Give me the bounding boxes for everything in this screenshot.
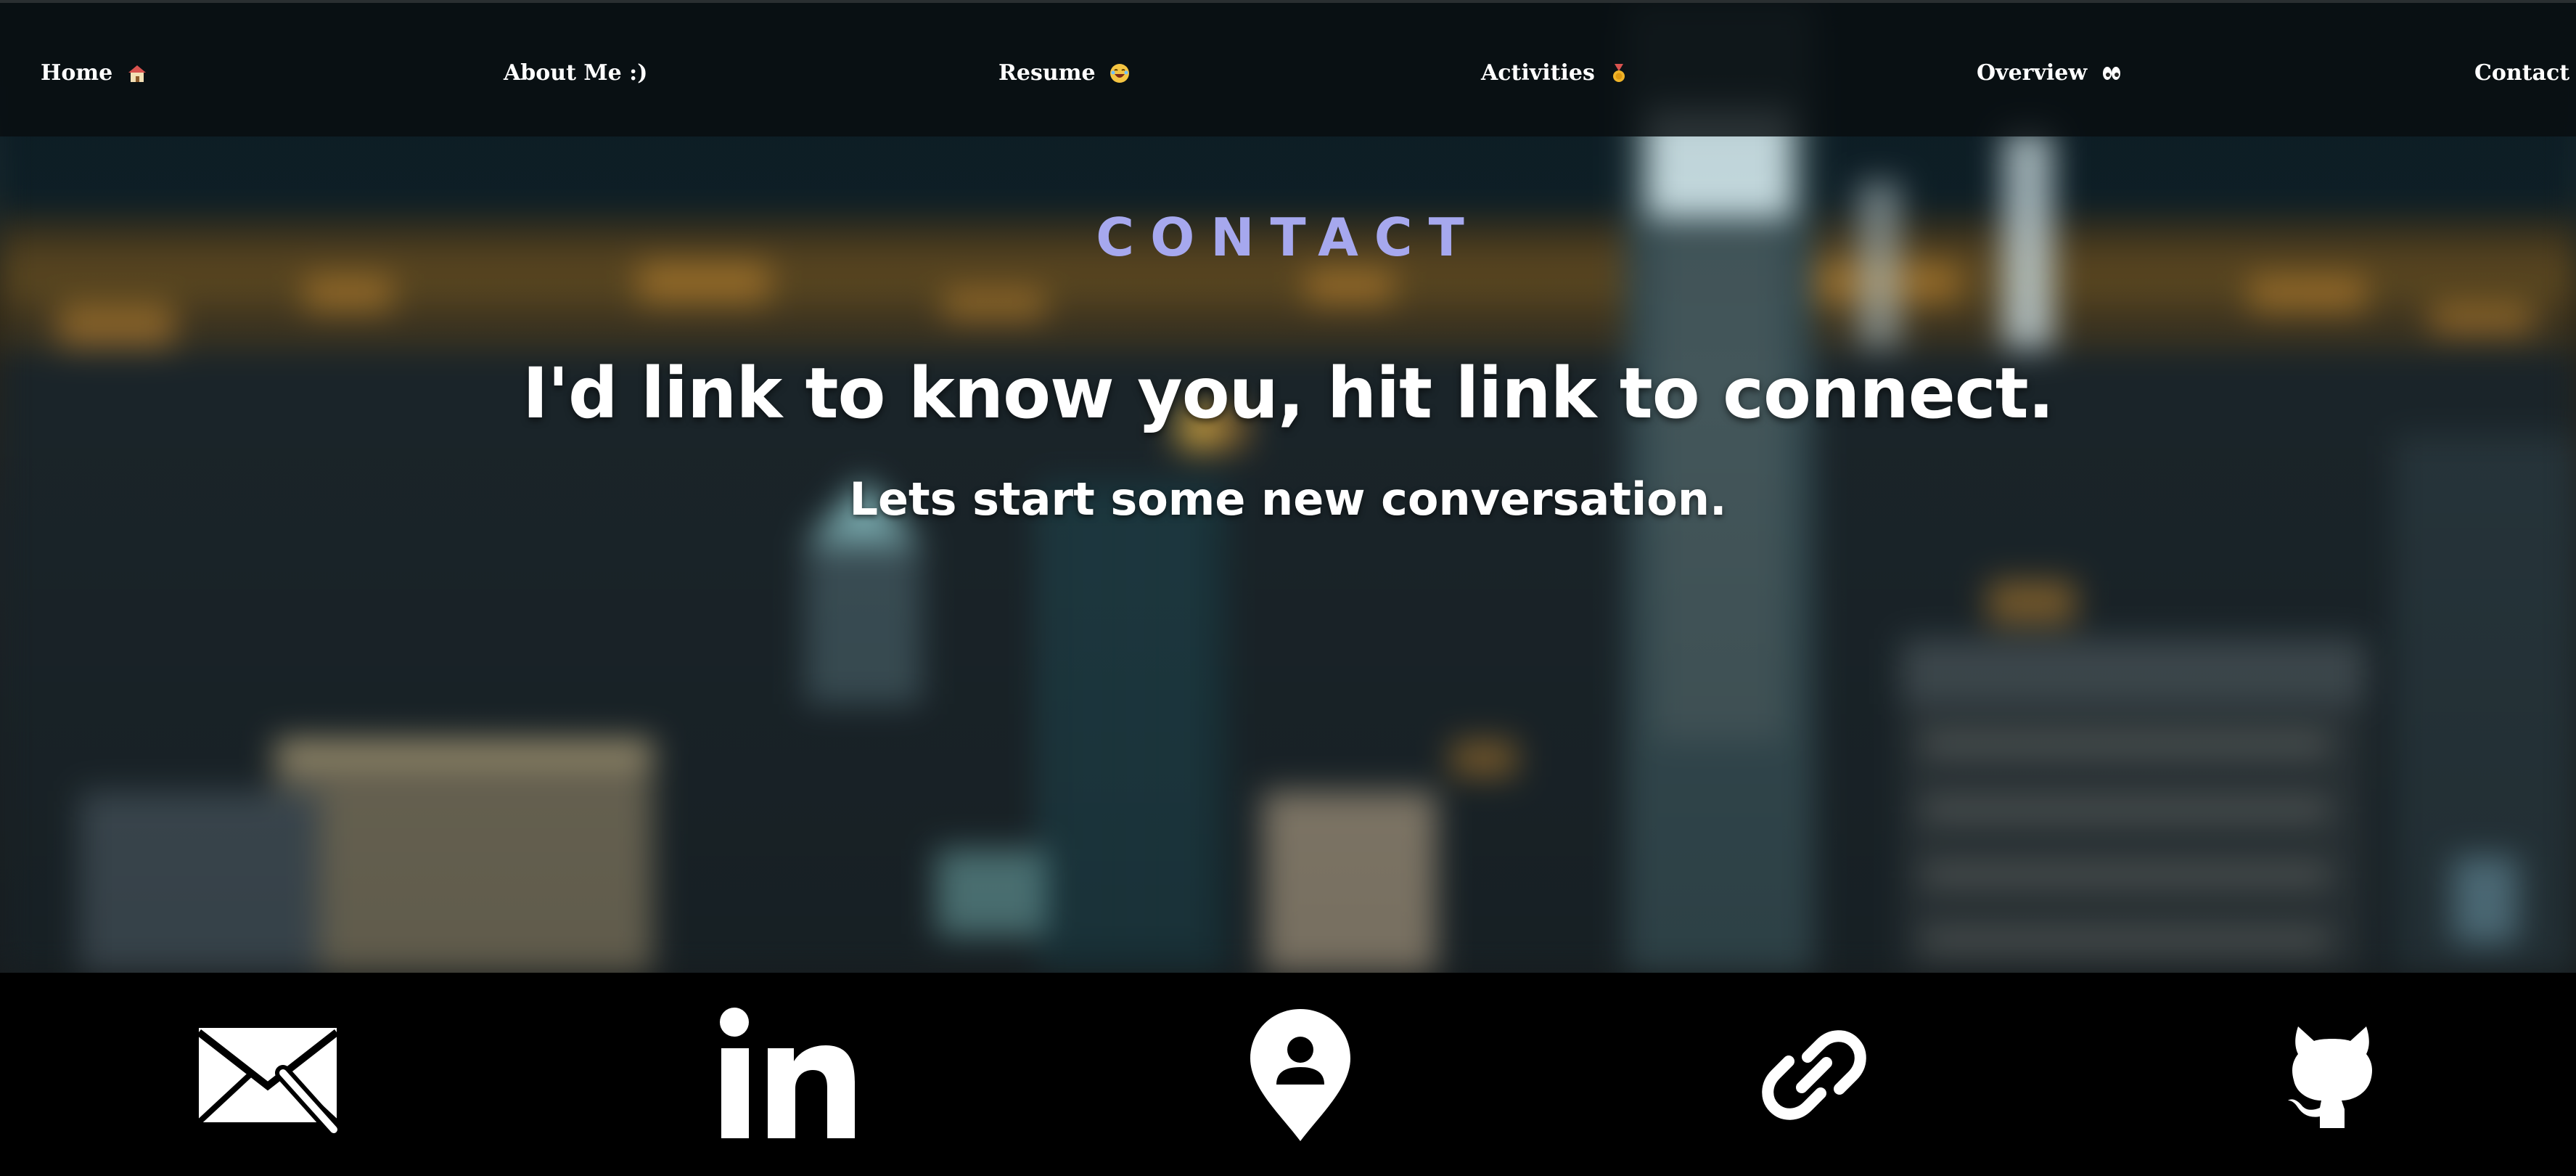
email-link[interactable] xyxy=(186,999,346,1151)
linkedin-link[interactable] xyxy=(705,999,865,1151)
nav-home-label: Home xyxy=(41,60,113,86)
eyes-emoji-icon xyxy=(2102,67,2120,80)
contact-section-title: CONTACT xyxy=(1096,207,1480,268)
link-icon xyxy=(1762,1030,1866,1120)
nav-contact-link[interactable]: Contact xyxy=(2474,57,2576,89)
medal-emoji-icon xyxy=(1613,64,1625,82)
nav-home-link[interactable]: Home xyxy=(41,57,148,89)
nav-resume-link[interactable]: Resume xyxy=(998,57,1131,89)
contact-headline: I'd link to know you, hit link to connec… xyxy=(522,353,2054,434)
github-icon xyxy=(2288,1026,2372,1128)
profile-location-icon xyxy=(1250,1009,1350,1141)
nav-resume-label: Resume xyxy=(998,60,1096,86)
contact-subheadline: Lets start some new conversation. xyxy=(849,473,1727,526)
laughing-emoji-icon xyxy=(1110,64,1130,83)
nav-activities-label: Activities xyxy=(1481,60,1595,86)
website-link[interactable] xyxy=(1734,999,1894,1151)
nav-overview-link[interactable]: Overview xyxy=(1977,57,2122,89)
profile-location-link[interactable] xyxy=(1221,999,1380,1151)
nav-activities-link[interactable]: Activities xyxy=(1481,57,1630,89)
social-icon-bar xyxy=(0,973,2576,1176)
nav-about-label: About Me :) xyxy=(504,60,648,86)
top-navbar: Home About Me :) Resume Activities Overv… xyxy=(0,0,2576,136)
nav-about-link[interactable]: About Me :) xyxy=(504,57,647,89)
email-icon xyxy=(196,1028,342,1137)
nav-contact-label: Contact xyxy=(2474,60,2570,86)
github-link[interactable] xyxy=(2252,999,2412,1151)
house-emoji-icon xyxy=(128,65,146,82)
linkedin-icon xyxy=(720,1008,855,1138)
nav-overview-label: Overview xyxy=(1977,60,2088,86)
